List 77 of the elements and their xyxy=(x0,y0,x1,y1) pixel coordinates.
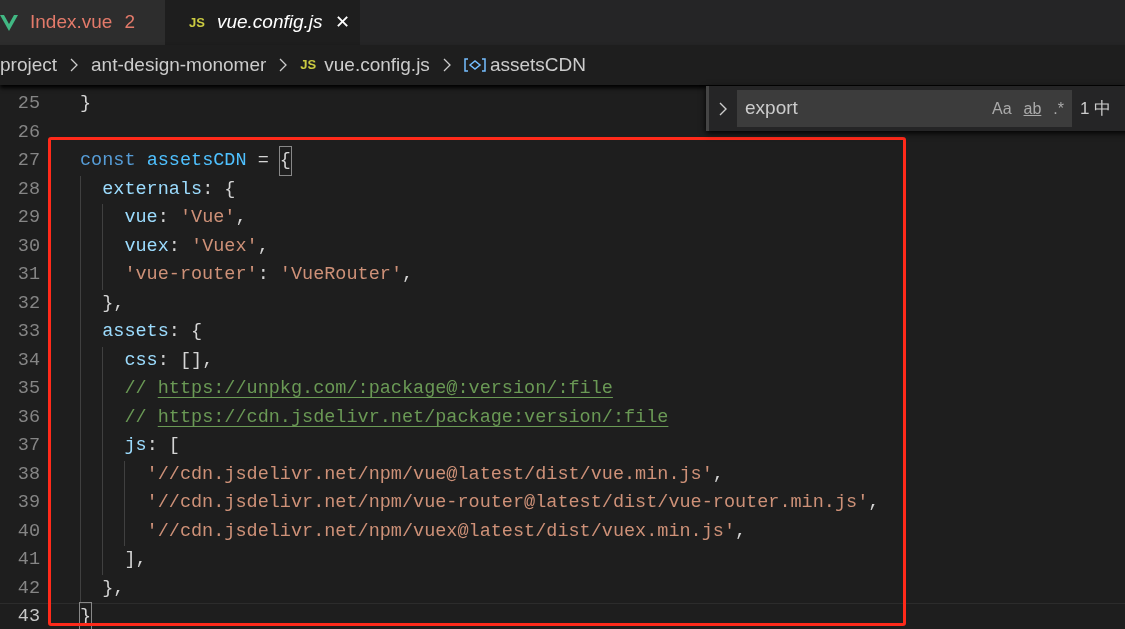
line-number: 32 xyxy=(16,291,40,316)
line-number: 26 xyxy=(16,120,40,145)
search-option-toggle[interactable]: ab xyxy=(1023,96,1042,121)
code-token: : [], xyxy=(157,348,214,373)
line-number: 39 xyxy=(16,491,40,516)
comment-token: // xyxy=(123,377,148,402)
code-token: }, xyxy=(101,576,125,601)
line-number: 34 xyxy=(16,348,40,373)
string-token: '//cdn.jsdelivr.net/npm/vuex@latest/dist/vuex.min.js' xyxy=(145,519,735,544)
line-number: 35 xyxy=(16,377,40,402)
line-number: 36 xyxy=(16,405,40,430)
code-token: : xyxy=(157,206,170,231)
breadcrumb-item[interactable]: vue.config.js xyxy=(324,50,430,80)
code-token: , xyxy=(735,519,747,544)
breadcrumb-item[interactable]: project xyxy=(0,50,58,80)
matched-bracket: { xyxy=(279,147,291,176)
code-token: ], xyxy=(123,548,147,573)
code-token: : { xyxy=(168,320,203,345)
code-token: , xyxy=(868,491,880,516)
chevron-icon xyxy=(69,57,80,73)
js-file-icon: JS xyxy=(300,55,317,75)
breadcrumb-item[interactable]: ant-design-monomer xyxy=(91,50,267,80)
property-token: css xyxy=(123,348,158,373)
line-number: 29 xyxy=(16,206,40,231)
keyword-token: const xyxy=(80,149,137,174)
property-token: vuex xyxy=(123,234,169,259)
line-number: 40 xyxy=(16,519,40,544)
line-number: 38 xyxy=(16,462,40,487)
line-number: 33 xyxy=(16,320,40,345)
code-token: = xyxy=(256,149,270,174)
line-number: 31 xyxy=(16,263,40,288)
line-number: 41 xyxy=(16,548,40,573)
tab-label: vue.config.js xyxy=(216,10,323,35)
code-token: , xyxy=(712,462,724,487)
find-input[interactable]: export Aa ab .* xyxy=(737,90,1072,127)
tab-label: Index.vue xyxy=(30,10,113,35)
code-token: : xyxy=(257,263,270,288)
string-token: '//cdn.jsdelivr.net/npm/vue-router@latest/dist/vue-router.min.js' xyxy=(145,491,869,516)
property-token: externals xyxy=(101,177,203,202)
string-token: 'VueRouter' xyxy=(279,263,402,288)
variable-token: assetsCDN xyxy=(146,149,247,174)
search-option-toggle[interactable]: .* xyxy=(1053,96,1064,121)
vue-logo-icon xyxy=(0,14,18,31)
match-count: 1 中 xyxy=(1080,97,1112,120)
chevron-icon xyxy=(441,57,452,73)
editor-tab[interactable]: JS vue.config.js ✕ xyxy=(165,0,360,45)
code-token: } xyxy=(80,92,92,117)
string-token: 'Vuex' xyxy=(191,234,258,259)
string-token: '//cdn.jsdelivr.net/npm/vue@latest/dist/vue.min.js' xyxy=(145,462,713,487)
code-token: }, xyxy=(101,291,125,316)
property-token: js xyxy=(123,434,147,459)
chevron-icon xyxy=(278,57,289,73)
line-number: 25 xyxy=(16,92,40,117)
code-token: : [ xyxy=(146,434,180,459)
close-icon[interactable]: ✕ xyxy=(334,9,350,36)
line-number: 43 xyxy=(16,605,40,629)
problem-count: 2 xyxy=(124,10,135,35)
code-token: : xyxy=(168,234,181,259)
line-number: 27 xyxy=(16,149,40,174)
breadcrumb-item[interactable]: assetsCDN xyxy=(489,50,586,80)
line-number: 37 xyxy=(16,434,40,459)
code-token: , xyxy=(402,263,414,288)
property-token: vue xyxy=(123,206,158,231)
property-token: assets xyxy=(101,320,169,345)
editor-tab[interactable]: Index.vue 2 xyxy=(0,0,165,45)
line-number: 28 xyxy=(16,177,40,202)
comment-token: // xyxy=(123,405,148,430)
code-token: , xyxy=(235,206,247,231)
string-token: 'Vue' xyxy=(179,206,236,231)
line-number: 42 xyxy=(16,576,40,601)
string-token: 'vue-router' xyxy=(123,263,258,288)
symbol-icon xyxy=(463,57,486,73)
code-token: : { xyxy=(202,177,236,202)
code-token: , xyxy=(257,234,269,259)
search-option-toggle[interactable]: Aa xyxy=(991,96,1012,121)
line-number: 30 xyxy=(16,234,40,259)
js-file-icon: JS xyxy=(189,12,205,33)
